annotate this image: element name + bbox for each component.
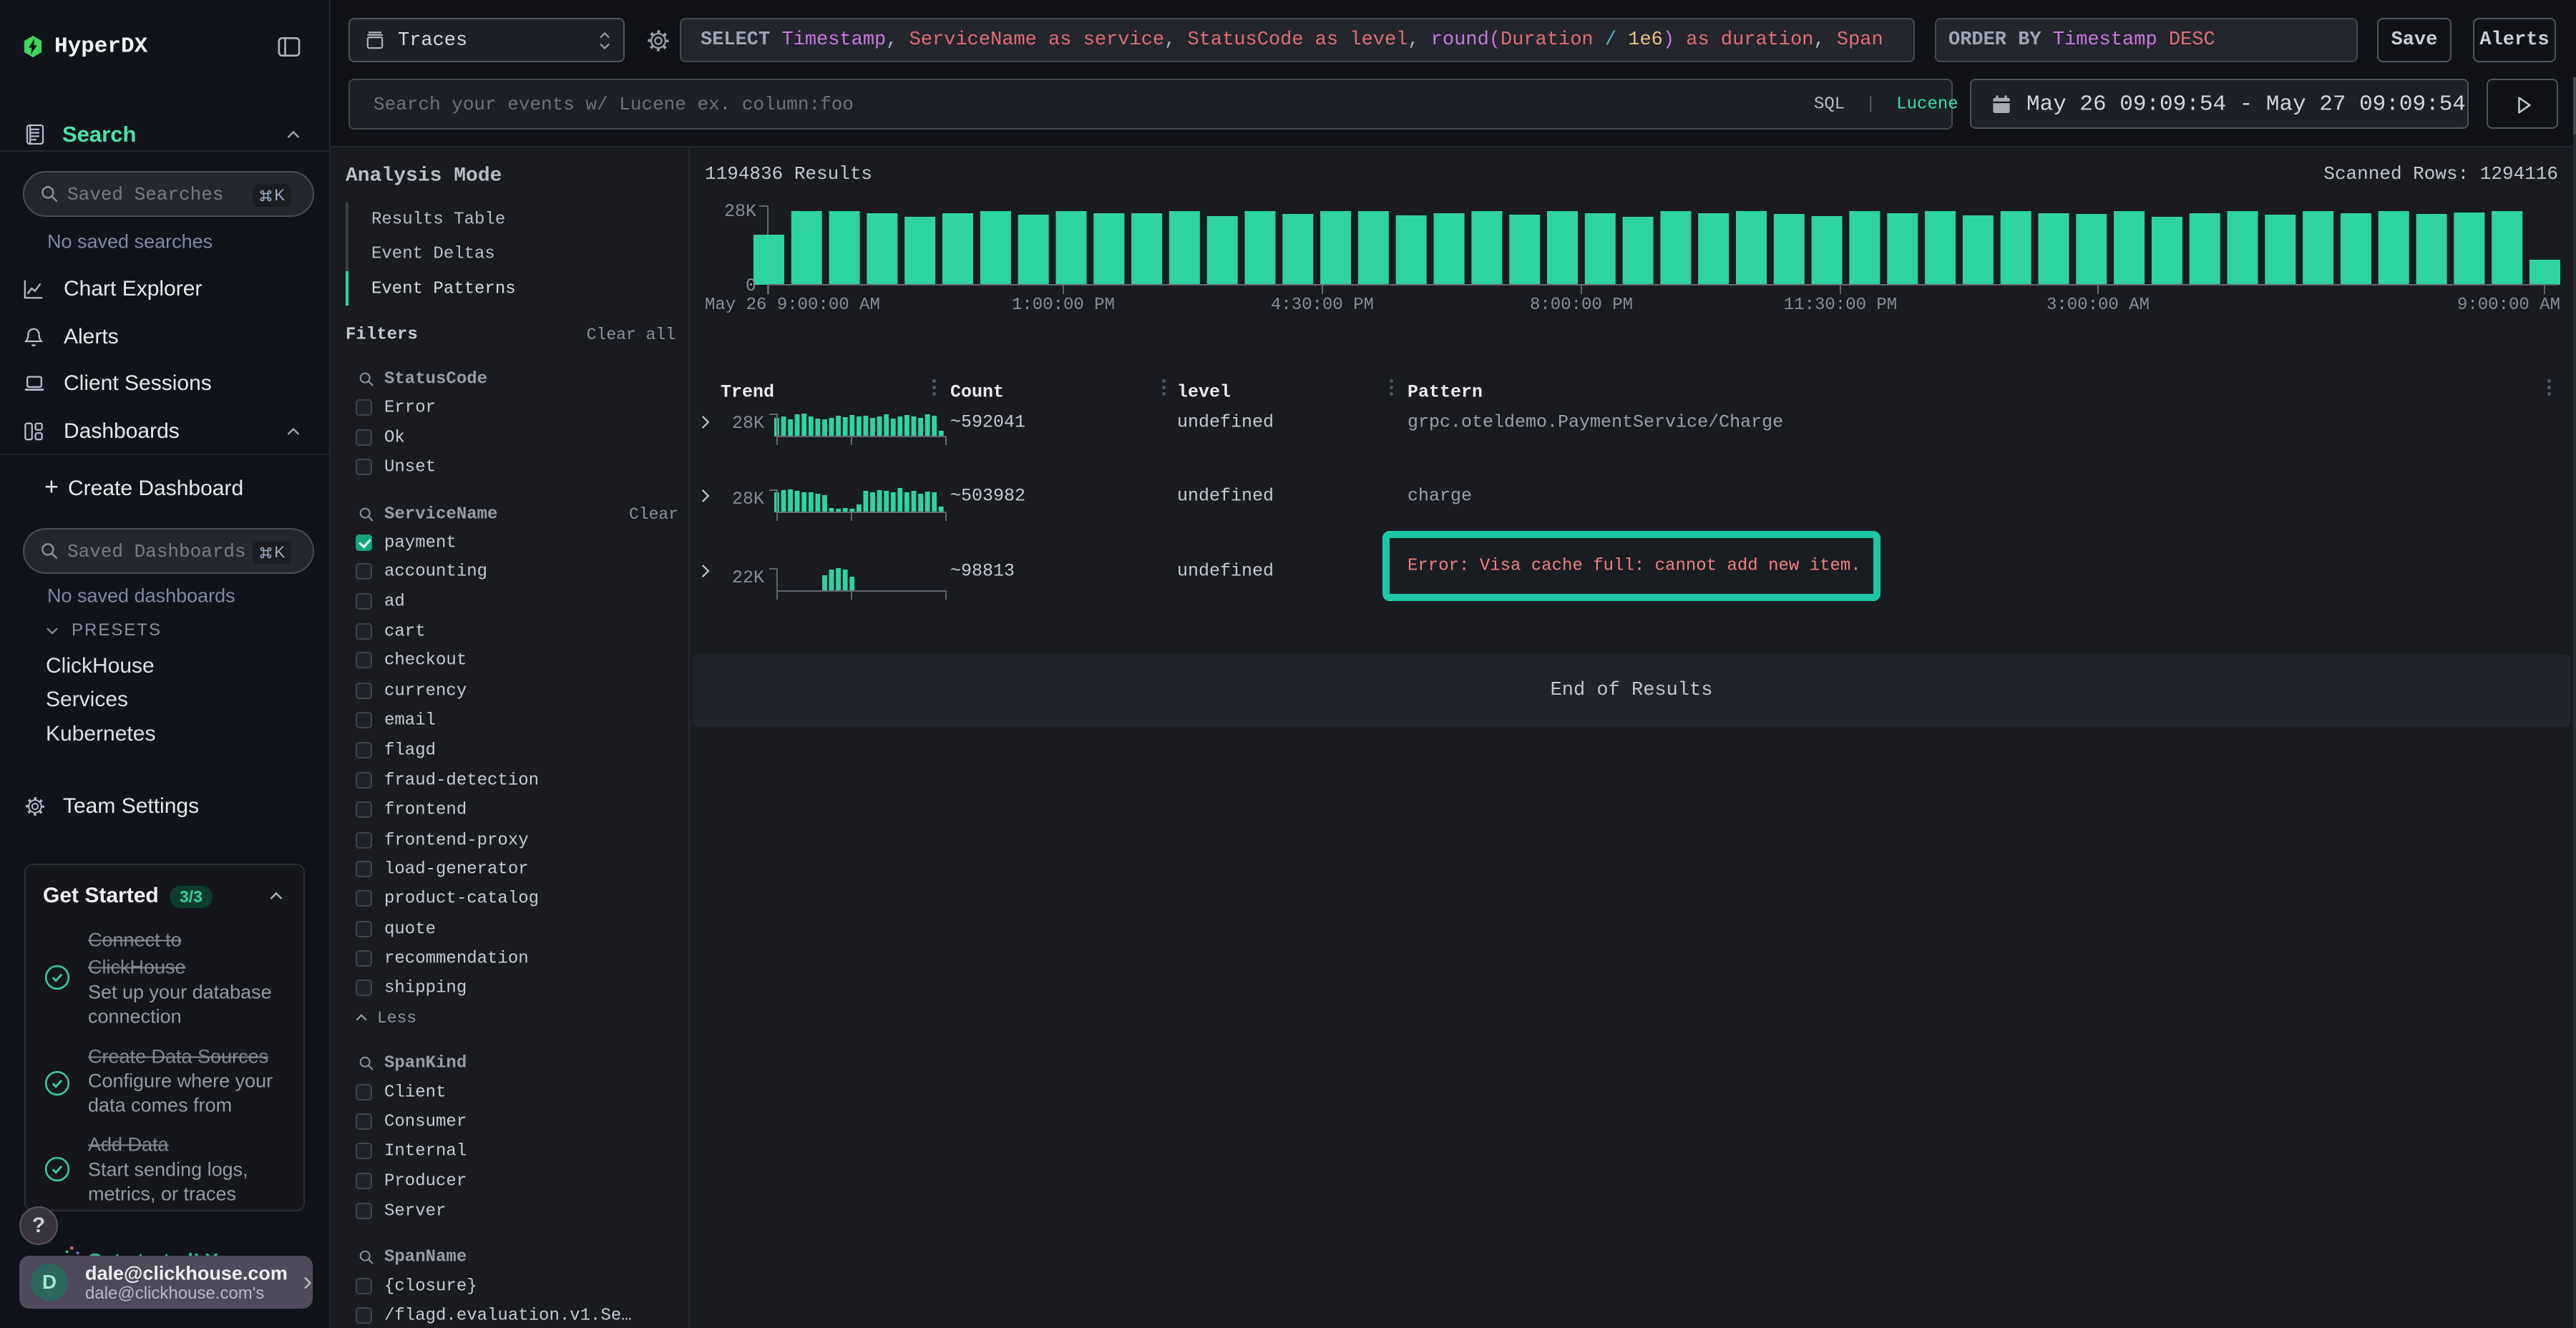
svg-text:28K: 28K xyxy=(732,413,764,434)
svg-text:8:00:00 PM: 8:00:00 PM xyxy=(1530,296,1633,315)
svg-text:3:00:00 AM: 3:00:00 AM xyxy=(2046,296,2150,315)
svg-text:11:30:00 PM: 11:30:00 PM xyxy=(1784,296,1897,315)
svg-text:4:30:00 PM: 4:30:00 PM xyxy=(1271,296,1374,315)
svg-text:9:00:00 AM: 9:00:00 AM xyxy=(2457,296,2560,315)
svg-text:May 26 9:00:00 AM: May 26 9:00:00 AM xyxy=(705,296,880,315)
svg-text:1:00:00 PM: 1:00:00 PM xyxy=(1012,296,1115,315)
svg-text:28K: 28K xyxy=(732,489,764,509)
svg-text:22K: 22K xyxy=(732,567,764,588)
svg-text:0: 0 xyxy=(746,275,756,296)
svg-text:28K: 28K xyxy=(724,201,756,222)
